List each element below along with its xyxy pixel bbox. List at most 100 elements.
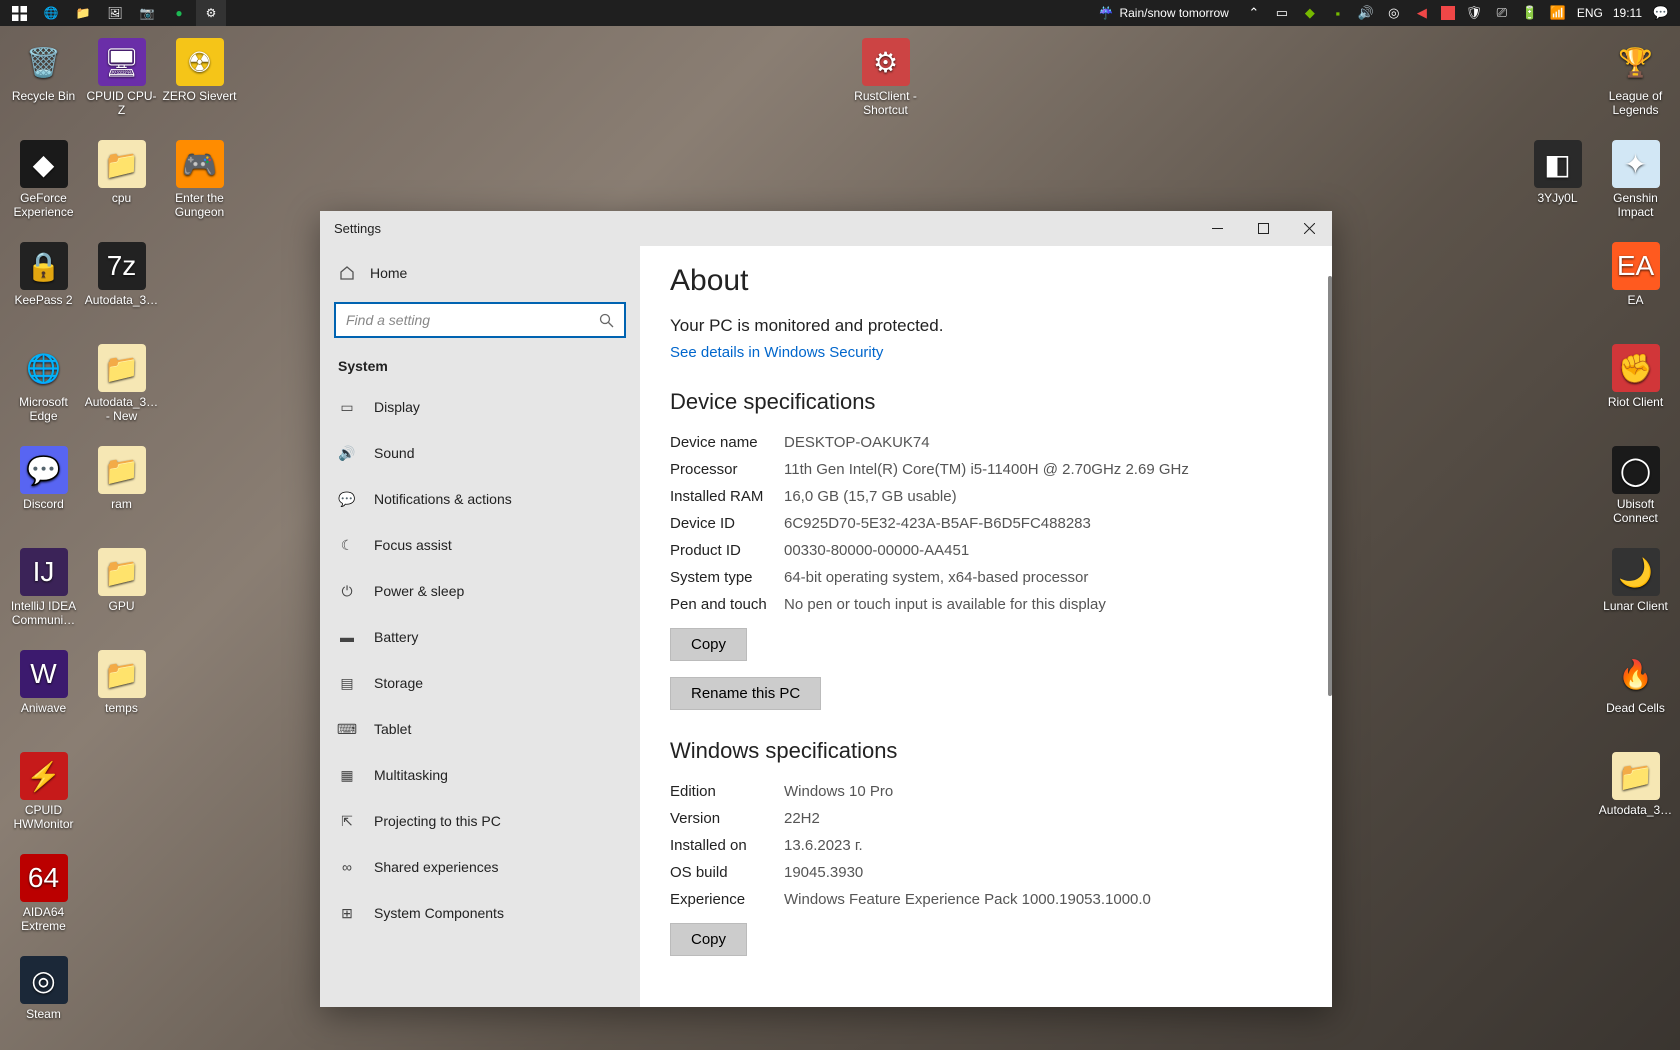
minimize-button[interactable]	[1194, 211, 1240, 246]
taskbar-spotify-icon[interactable]: ●	[164, 0, 194, 26]
desktop-icon-label: ZERO Sievert	[162, 90, 237, 104]
desktop-icon[interactable]: ⚙ RustClient - Shortcut	[848, 38, 923, 118]
app-icon: 💬	[20, 446, 68, 494]
nav-item-sound[interactable]: 🔊Sound	[320, 430, 640, 476]
app-icon: IJ	[20, 548, 68, 596]
app-icon: ◧	[1534, 140, 1582, 188]
app-icon: 🌙	[1612, 548, 1660, 596]
desktop-icon[interactable]: ✦Genshin Impact	[1598, 140, 1673, 220]
security-link[interactable]: See details in Windows Security	[670, 344, 883, 361]
search-box[interactable]	[334, 302, 626, 338]
tray-notifications-icon[interactable]: 💬	[1652, 4, 1670, 22]
nav-item-display[interactable]: ▭Display	[320, 384, 640, 430]
desktop-icon[interactable]: ◆GeForce Experience	[6, 140, 81, 220]
nav-icon: ⇱	[338, 812, 356, 830]
nav-item-battery[interactable]: ▬ Battery	[320, 614, 640, 660]
desktop-icon-label: KeePass 2	[6, 294, 81, 308]
nav-item-tablet[interactable]: ⌨Tablet	[320, 706, 640, 752]
desktop-icon[interactable]: 🎮Enter the Gungeon	[162, 140, 237, 220]
desktop-icon[interactable]: ◎Steam	[6, 956, 81, 1022]
desktop-icon[interactable]: ◧3YJy0L	[1520, 140, 1595, 206]
desktop-icon[interactable]: 📁ram	[84, 446, 159, 512]
app-icon: 🔥	[1612, 650, 1660, 698]
desktop-icon-label: Recycle Bin	[6, 90, 81, 104]
nav-icon: ▬	[338, 628, 356, 646]
taskbar-explorer-icon[interactable]: 📁	[68, 0, 98, 26]
desktop-icon[interactable]: 📁Autodata_3…	[1598, 752, 1673, 818]
tray-icon[interactable]: ⎚	[1493, 4, 1511, 22]
taskbar-app-icon[interactable]: 📷	[132, 0, 162, 26]
nav-item-power-sleep[interactable]: ⏻Power & sleep	[320, 568, 640, 614]
desktop-icon[interactable]: WAniwave	[6, 650, 81, 716]
nav-label: Battery	[374, 629, 418, 645]
tray-icon[interactable]: ◀	[1413, 4, 1431, 22]
spec-value: 13.6.2023 г.	[784, 837, 1302, 854]
tray-volume-icon[interactable]: 🔊	[1357, 4, 1375, 22]
scrollbar[interactable]	[1328, 276, 1332, 696]
nav-item-notifications-actions[interactable]: 💬Notifications & actions	[320, 476, 640, 522]
nav-item-storage[interactable]: ▤Storage	[320, 660, 640, 706]
desktop-icon[interactable]: ◯Ubisoft Connect	[1598, 446, 1673, 526]
tray-nvidia-icon[interactable]: ▪	[1329, 4, 1347, 22]
spec-value: Windows 10 Pro	[784, 783, 1302, 800]
nav-label: System Components	[374, 905, 504, 921]
app-icon: 🎮	[176, 140, 224, 188]
tray-battery-icon[interactable]: 🔋	[1521, 4, 1539, 22]
desktop-icon[interactable]: 🔥Dead Cells	[1598, 650, 1673, 716]
desktop[interactable]: 🗑️Recycle Bin🖥CPUID CPU-Z☢ZERO Sievert ◆G…	[0, 26, 1680, 1050]
desktop-icon[interactable]: 🗑️Recycle Bin	[6, 38, 81, 104]
close-button[interactable]	[1286, 211, 1332, 246]
tray-language[interactable]: ENG	[1577, 6, 1603, 20]
search-input[interactable]	[346, 312, 599, 328]
copy-button[interactable]: Copy	[670, 923, 747, 956]
desktop-icon[interactable]: 📁temps	[84, 650, 159, 716]
taskbar-edge-icon[interactable]: 🌐	[36, 0, 66, 26]
desktop-icon[interactable]: EAEA	[1598, 242, 1673, 308]
nav-item-projecting-to-this-pc[interactable]: ⇱ Projecting to this PC	[320, 798, 640, 844]
tray-steam-icon[interactable]: ◎	[1385, 4, 1403, 22]
taskbar-app-icon[interactable]: 🖼	[100, 0, 130, 26]
nav-item-shared-experiences[interactable]: ∞Shared experiences	[320, 844, 640, 890]
maximize-button[interactable]	[1240, 211, 1286, 246]
desktop-icon[interactable]: 📁cpu	[84, 140, 159, 206]
desktop-icon[interactable]: 🖥CPUID CPU-Z	[84, 38, 159, 118]
chevron-up-icon[interactable]: ⌃	[1245, 4, 1263, 22]
start-button[interactable]	[4, 0, 34, 26]
desktop-icon[interactable]: 🌐Microsoft Edge	[6, 344, 81, 424]
tray-icon[interactable]: ▭	[1273, 4, 1291, 22]
desktop-icon[interactable]: 💬 Discord	[6, 446, 81, 512]
nav-item-focus-assist[interactable]: ☾Focus assist	[320, 522, 640, 568]
desktop-icon[interactable]: 🔒KeePass 2	[6, 242, 81, 308]
app-icon: 📁	[98, 548, 146, 596]
desktop-icon-label: GeForce Experience	[6, 192, 81, 220]
desktop-icon[interactable]: 🌙Lunar Client	[1598, 548, 1673, 614]
nav-label: Projecting to this PC	[374, 813, 501, 829]
nav-icon: ⏻	[338, 582, 356, 600]
nav-icon: ⌨	[338, 720, 356, 738]
tray-icon[interactable]	[1441, 6, 1455, 20]
desktop-icon[interactable]: IJIntelliJ IDEA Communi…	[6, 548, 81, 628]
taskbar-settings-icon[interactable]: ⚙	[196, 0, 226, 26]
weather-widget[interactable]: ☔ Rain/snow tomorrow	[1099, 6, 1229, 20]
tray-wifi-icon[interactable]: 📶	[1549, 4, 1567, 22]
desktop-icon[interactable]: 64AIDA64 Extreme	[6, 854, 81, 934]
nav-item-system-components[interactable]: ⊞System Components	[320, 890, 640, 936]
spec-value: 6C925D70-5E32-423A-B5AF-B6D5FC488283	[784, 515, 1302, 532]
desktop-icon[interactable]: ☢ZERO Sievert	[162, 38, 237, 104]
home-nav[interactable]: Home	[320, 252, 640, 294]
desktop-icon[interactable]: 📁Autodata_3… - New	[84, 344, 159, 424]
desktop-icon-label: Genshin Impact	[1598, 192, 1673, 220]
desktop-icon-label: Discord	[6, 498, 81, 512]
tray-security-icon[interactable]: 🛡	[1465, 4, 1483, 22]
desktop-icon[interactable]: 🏆League of Legends	[1598, 38, 1673, 118]
window-titlebar[interactable]: Settings	[320, 211, 1332, 246]
desktop-icon[interactable]: 7zAutodata_3…	[84, 242, 159, 308]
tray-nvidia-icon[interactable]: ◆	[1301, 4, 1319, 22]
desktop-icon[interactable]: 📁GPU	[84, 548, 159, 614]
desktop-icon[interactable]: ⚡CPUID HWMonitor	[6, 752, 81, 832]
desktop-icon[interactable]: ✊Riot Client	[1598, 344, 1673, 410]
rename-pc-button[interactable]: Rename this PC	[670, 677, 821, 710]
tray-clock[interactable]: 19:11	[1613, 6, 1642, 20]
copy-button[interactable]: Copy	[670, 628, 747, 661]
nav-item-multitasking[interactable]: ▦Multitasking	[320, 752, 640, 798]
